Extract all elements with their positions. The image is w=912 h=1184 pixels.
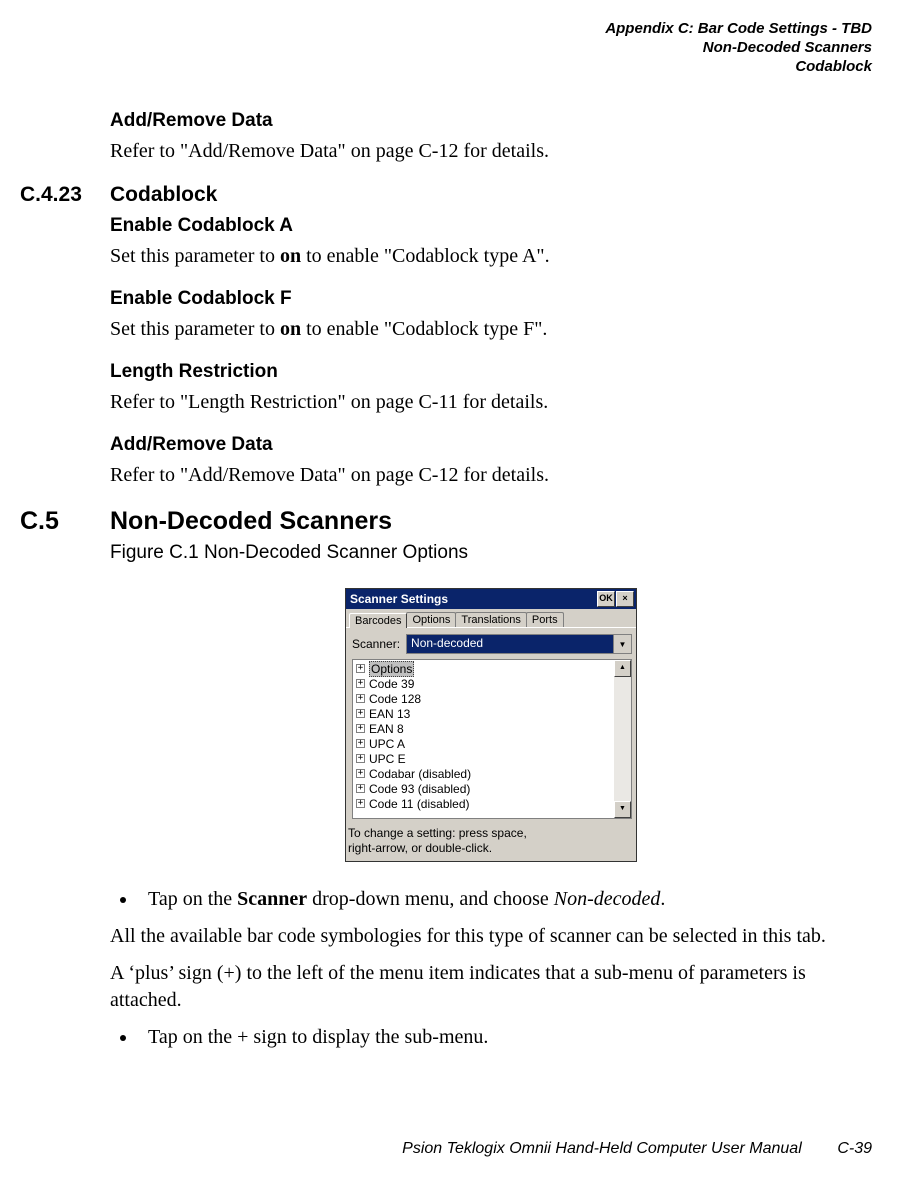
text-fragment: Set this parameter to bbox=[110, 245, 280, 267]
bullet-list-1: Tap on the Scanner drop-down menu, and c… bbox=[110, 886, 872, 913]
expand-icon[interactable]: + bbox=[356, 754, 365, 763]
tree-item-options[interactable]: + Options bbox=[353, 661, 614, 676]
expand-icon[interactable]: + bbox=[356, 694, 365, 703]
tree-label: UPC A bbox=[369, 737, 405, 751]
scanner-dropdown[interactable]: Non-decoded ▼ bbox=[406, 634, 632, 654]
text-italic-nondecoded: Non-decoded bbox=[554, 888, 661, 910]
scroll-up-icon[interactable]: ▲ bbox=[614, 660, 631, 677]
tree-label: UPC E bbox=[369, 752, 406, 766]
text-fragment: Set this parameter to bbox=[110, 318, 280, 340]
section-number: C.4.23 bbox=[20, 183, 110, 207]
tab-ports[interactable]: Ports bbox=[526, 612, 564, 627]
screenshot-scanner-settings: Scanner Settings OK × Barcodes Options T… bbox=[345, 588, 637, 862]
tree-item-ean8[interactable]: + EAN 8 bbox=[353, 721, 614, 736]
footer-page-number: C-39 bbox=[837, 1140, 872, 1157]
text-fragment: . bbox=[660, 888, 665, 910]
hint-line-1: To change a setting: press space, bbox=[348, 826, 527, 840]
heading-enable-codablock-f: Enable Codablock F bbox=[110, 288, 872, 310]
scanner-row: Scanner: Non-decoded ▼ bbox=[352, 634, 632, 654]
text-fragment: Tap on the bbox=[148, 888, 237, 910]
text-fragment: drop-down menu, and choose bbox=[307, 888, 554, 910]
tree-label: EAN 13 bbox=[369, 707, 410, 721]
close-button[interactable]: × bbox=[616, 591, 634, 607]
text-enable-codablock-a: Set this parameter to on to enable "Coda… bbox=[110, 243, 872, 270]
expand-icon[interactable]: + bbox=[356, 799, 365, 808]
text-fragment: to enable "Codablock type A". bbox=[301, 245, 550, 267]
section-c-5: C.5 Non-Decoded Scanners bbox=[20, 507, 872, 536]
ok-button[interactable]: OK bbox=[597, 591, 615, 607]
expand-icon[interactable]: + bbox=[356, 664, 365, 673]
expand-icon[interactable]: + bbox=[356, 784, 365, 793]
section-number: C.5 bbox=[20, 507, 110, 536]
hint-text: To change a setting: press space, right-… bbox=[346, 823, 636, 861]
text-fragment: to enable "Codablock type F". bbox=[301, 318, 547, 340]
tree-item-codabar[interactable]: + Codabar (disabled) bbox=[353, 766, 614, 781]
text-symbologies: All the available bar code symbologies f… bbox=[110, 923, 872, 950]
window-title: Scanner Settings bbox=[350, 592, 596, 606]
tree-label: Code 128 bbox=[369, 692, 421, 706]
text-add-remove-top: Refer to "Add/Remove Data" on page C-12 … bbox=[110, 138, 872, 165]
text-enable-codablock-f: Set this parameter to on to enable "Coda… bbox=[110, 316, 872, 343]
text-length-restriction: Refer to "Length Restriction" on page C-… bbox=[110, 389, 872, 416]
tree-item-code128[interactable]: + Code 128 bbox=[353, 691, 614, 706]
heading-add-remove-data: Add/Remove Data bbox=[110, 434, 872, 456]
figure-caption: Figure C.1 Non-Decoded Scanner Options bbox=[110, 542, 872, 564]
footer: Psion Teklogix Omnii Hand-Held Computer … bbox=[402, 1140, 872, 1158]
text-plus-sign: A ‘plus’ sign (+) to the left of the men… bbox=[110, 960, 872, 1014]
running-header: Appendix C: Bar Code Settings - TBD Non-… bbox=[20, 20, 872, 76]
scanner-selected-value: Non-decoded bbox=[407, 635, 613, 653]
section-title: Codablock bbox=[110, 183, 217, 207]
tree-item-upce[interactable]: + UPC E bbox=[353, 751, 614, 766]
heading-length-restriction: Length Restriction bbox=[110, 361, 872, 383]
text-bold-on: on bbox=[280, 318, 301, 340]
chevron-down-icon[interactable]: ▼ bbox=[613, 635, 631, 653]
expand-icon[interactable]: + bbox=[356, 709, 365, 718]
tree-view: + Options + Code 39 + Code 128 + EAN 13 + EAN… bbox=[352, 659, 632, 819]
content-area: Add/Remove Data Refer to "Add/Remove Dat… bbox=[110, 110, 872, 1051]
expand-icon[interactable]: + bbox=[356, 724, 365, 733]
tree-item-code39[interactable]: + Code 39 bbox=[353, 676, 614, 691]
hint-line-2: right-arrow, or double-click. bbox=[348, 841, 492, 855]
page: Appendix C: Bar Code Settings - TBD Non-… bbox=[0, 0, 912, 1184]
tree-label: Code 11 (disabled) bbox=[369, 797, 470, 811]
tree-label: Code 93 (disabled) bbox=[369, 782, 470, 796]
tree-list[interactable]: + Options + Code 39 + Code 128 + EAN 13 + EAN… bbox=[353, 660, 614, 818]
section-title: Non-Decoded Scanners bbox=[110, 507, 392, 536]
footer-manual-title: Psion Teklogix Omnii Hand-Held Computer … bbox=[402, 1140, 802, 1157]
scroll-down-icon[interactable]: ▼ bbox=[614, 801, 631, 818]
tree-label: Code 39 bbox=[369, 677, 414, 691]
scrollbar[interactable]: ▲ ▼ bbox=[614, 660, 631, 818]
tree-item-code11[interactable]: + Code 11 (disabled) bbox=[353, 796, 614, 811]
tab-options[interactable]: Options bbox=[406, 612, 456, 627]
tab-translations[interactable]: Translations bbox=[455, 612, 527, 627]
text-add-remove-data: Refer to "Add/Remove Data" on page C-12 … bbox=[110, 462, 872, 489]
tree-item-code93[interactable]: + Code 93 (disabled) bbox=[353, 781, 614, 796]
text-bold-on: on bbox=[280, 245, 301, 267]
list-item: Tap on the Scanner drop-down menu, and c… bbox=[138, 886, 872, 913]
heading-add-remove-top: Add/Remove Data bbox=[110, 110, 872, 132]
section-c-4-23: C.4.23 Codablock bbox=[20, 183, 872, 207]
header-line-3: Codablock bbox=[20, 58, 872, 77]
tree-label: Options bbox=[369, 661, 414, 677]
expand-icon[interactable]: + bbox=[356, 739, 365, 748]
tree-label: EAN 8 bbox=[369, 722, 404, 736]
tree-label: Codabar (disabled) bbox=[369, 767, 471, 781]
titlebar: Scanner Settings OK × bbox=[346, 589, 636, 609]
tab-barcodes[interactable]: Barcodes bbox=[349, 613, 407, 628]
bullet-list-2: Tap on the + sign to display the sub-men… bbox=[110, 1024, 872, 1051]
tree-item-ean13[interactable]: + EAN 13 bbox=[353, 706, 614, 721]
header-line-2: Non-Decoded Scanners bbox=[20, 39, 872, 58]
heading-enable-codablock-a: Enable Codablock A bbox=[110, 215, 872, 237]
expand-icon[interactable]: + bbox=[356, 769, 365, 778]
tab-strip: Barcodes Options Translations Ports bbox=[346, 609, 636, 628]
scanner-label: Scanner: bbox=[352, 637, 400, 651]
header-line-1: Appendix C: Bar Code Settings - TBD bbox=[20, 20, 872, 39]
tree-item-upca[interactable]: + UPC A bbox=[353, 736, 614, 751]
text-bold-scanner: Scanner bbox=[237, 888, 307, 910]
list-item: Tap on the + sign to display the sub-men… bbox=[138, 1024, 872, 1051]
scroll-track[interactable] bbox=[614, 677, 631, 801]
expand-icon[interactable]: + bbox=[356, 679, 365, 688]
tab-body: Scanner: Non-decoded ▼ + Options + Code 39… bbox=[346, 628, 636, 823]
